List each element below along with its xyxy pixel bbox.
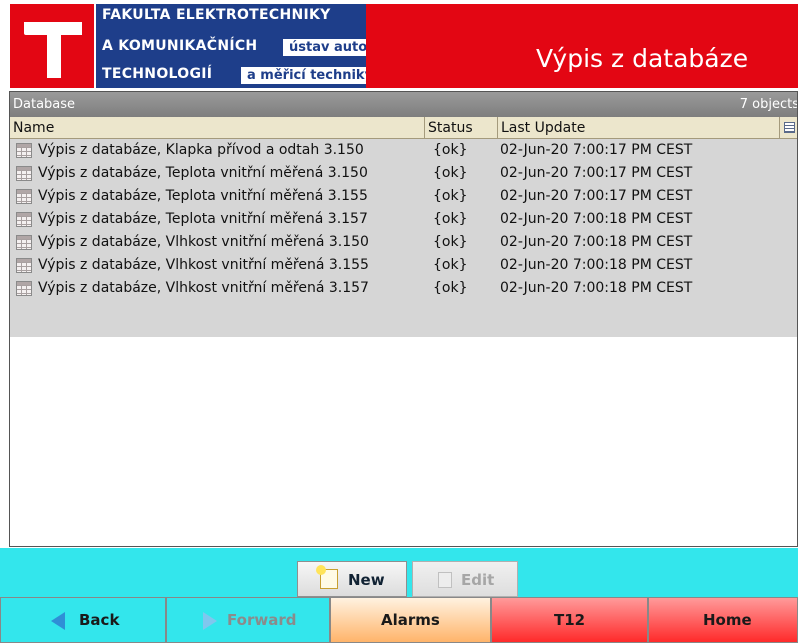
t12-button[interactable]: T12 [491, 597, 648, 643]
object-count: 7 objects [739, 97, 798, 112]
new-item-icon [316, 565, 338, 589]
row-last-update: 02-Jun-20 7:00:18 PM CEST [500, 234, 693, 250]
table-row[interactable]: Výpis z databáze, Vlhkost vnitřní měřená… [10, 254, 797, 277]
home-button[interactable]: Home [648, 597, 798, 643]
forward-arrow-icon [203, 612, 217, 630]
history-table-icon [16, 166, 32, 181]
faculty-logo [10, 4, 94, 88]
row-name: Výpis z databáze, Vlhkost vnitřní měřená… [38, 234, 369, 250]
faculty-line-2: A KOMUNIKAČNÍCH [102, 38, 258, 54]
row-last-update: 02-Jun-20 7:00:18 PM CEST [500, 211, 693, 227]
table-row[interactable]: Výpis z databáze, Vlhkost vnitřní měřená… [10, 231, 797, 254]
new-button[interactable]: New [297, 561, 407, 597]
history-table-icon [16, 281, 32, 296]
column-options-button[interactable] [780, 117, 797, 139]
alarms-button[interactable]: Alarms [330, 597, 491, 643]
column-header-status-label: Status [428, 120, 473, 136]
row-name: Výpis z databáze, Teplota vnitřní měřená… [38, 211, 368, 227]
table-row[interactable]: Výpis z databáze, Teplota vnitřní měřená… [10, 162, 797, 185]
row-status: {ok} [433, 142, 468, 158]
row-name: Výpis z databáze, Teplota vnitřní měřená… [38, 165, 368, 181]
table-row[interactable]: Výpis z databáze, Klapka přívod a odtah … [10, 139, 797, 162]
header: FAKULTA ELEKTROTECHNIKY A KOMUNIKAČNÍCH … [0, 0, 798, 90]
history-table-icon [16, 258, 32, 273]
database-panel: Database 7 objects Name Status Last Upda… [9, 91, 798, 547]
history-table-icon [16, 143, 32, 158]
edit-button[interactable]: Edit [412, 561, 518, 597]
table-row[interactable]: Výpis z databáze, Teplota vnitřní měřená… [10, 185, 797, 208]
row-status: {ok} [433, 211, 468, 227]
row-status: {ok} [433, 280, 468, 296]
home-button-label: Home [703, 611, 752, 629]
history-table-icon [16, 235, 32, 250]
table-row[interactable]: Výpis z databáze, Teplota vnitřní měřená… [10, 208, 797, 231]
history-table-icon [16, 189, 32, 204]
panel-title: Database [13, 97, 76, 112]
panel-title-bar: Database 7 objects [10, 92, 798, 117]
table-row[interactable]: Výpis z databáze, Vlhkost vnitřní měřená… [10, 277, 797, 300]
row-last-update: 02-Jun-20 7:00:17 PM CEST [500, 165, 693, 181]
row-name: Výpis z databáze, Vlhkost vnitřní měřená… [38, 280, 369, 296]
row-last-update: 02-Jun-20 7:00:17 PM CEST [500, 142, 693, 158]
back-button[interactable]: Back [0, 597, 166, 643]
row-last-update: 02-Jun-20 7:00:18 PM CEST [500, 280, 693, 296]
new-button-label: New [348, 571, 385, 589]
forward-button-label: Forward [227, 611, 297, 629]
alarms-button-label: Alarms [381, 611, 440, 629]
back-button-label: Back [79, 611, 120, 629]
faculty-line-1: FAKULTA ELEKTROTECHNIKY [102, 7, 331, 23]
column-header-name[interactable]: Name [10, 117, 425, 139]
column-header-last-update[interactable]: Last Update [498, 117, 780, 139]
row-status: {ok} [433, 257, 468, 273]
table-body: Výpis z databáze, Klapka přívod a odtah … [10, 139, 797, 337]
faculty-line-3: TECHNOLOGIÍ [102, 66, 213, 82]
edit-icon [438, 572, 452, 588]
faculty-name-band: FAKULTA ELEKTROTECHNIKY A KOMUNIKAČNÍCH … [96, 4, 441, 88]
t12-button-label: T12 [554, 611, 586, 629]
column-header-name-label: Name [13, 120, 55, 136]
row-last-update: 02-Jun-20 7:00:18 PM CEST [500, 257, 693, 273]
page-title: Výpis z databáze [536, 44, 749, 73]
department-line-2: a měřicí techniky [240, 66, 381, 85]
row-last-update: 02-Jun-20 7:00:17 PM CEST [500, 188, 693, 204]
history-table-icon [16, 212, 32, 227]
row-status: {ok} [433, 188, 468, 204]
back-arrow-icon [51, 612, 65, 630]
row-name: Výpis z databáze, Vlhkost vnitřní měřená… [38, 257, 369, 273]
edit-button-label: Edit [461, 571, 495, 589]
row-name: Výpis z databáze, Teplota vnitřní měřená… [38, 188, 368, 204]
row-status: {ok} [433, 165, 468, 181]
forward-button[interactable]: Forward [166, 597, 330, 643]
column-header-last-update-label: Last Update [501, 120, 586, 136]
column-options-icon [784, 122, 795, 133]
navigation-bar: Back Forward Alarms T12 Home [0, 597, 798, 643]
row-status: {ok} [433, 234, 468, 250]
row-name: Výpis z databáze, Klapka přívod a odtah … [38, 142, 364, 158]
column-header-status[interactable]: Status [425, 117, 498, 139]
